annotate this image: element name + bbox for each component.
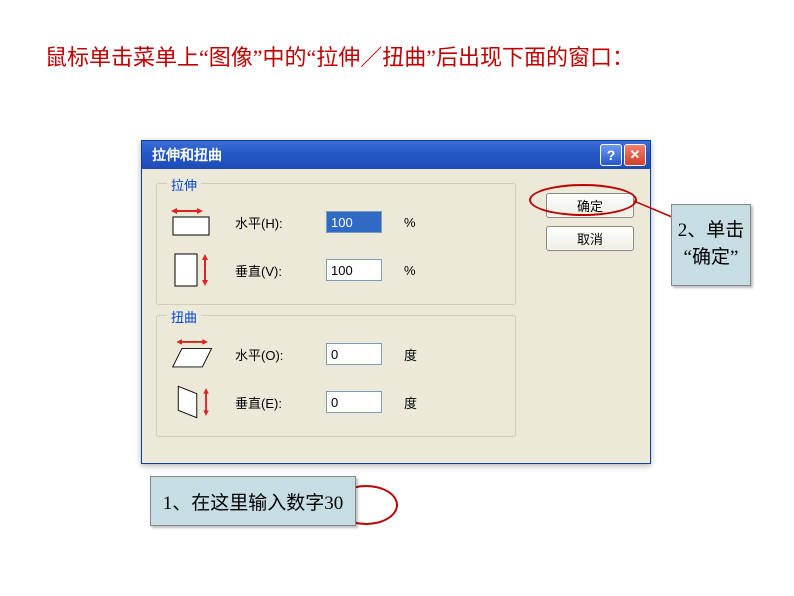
stretch-h-input[interactable]: [326, 211, 382, 233]
callout-step1: 1、在这里输入数字30: [150, 476, 356, 526]
skew-v-input[interactable]: [326, 391, 382, 413]
skew-h-input[interactable]: [326, 343, 382, 365]
help-button[interactable]: ?: [600, 144, 622, 166]
skew-h-unit: 度: [404, 345, 424, 364]
skew-v-icon: [169, 382, 219, 422]
skew-v-unit: 度: [404, 393, 424, 412]
dialog-body: 拉伸 水平(H): %: [142, 169, 650, 463]
skew-legend: 扭曲: [167, 307, 201, 326]
stretch-h-row: 水平(H): %: [169, 202, 503, 242]
callout-step2: 2、单击 “确定”: [671, 204, 751, 286]
stretch-h-unit: %: [404, 215, 424, 230]
skew-group: 扭曲 水平(O): 度: [156, 315, 516, 437]
stretch-v-input[interactable]: [326, 259, 382, 281]
stretch-h-icon: [169, 202, 219, 242]
skew-v-row: 垂直(E): 度: [169, 382, 503, 422]
close-button[interactable]: ✕: [624, 144, 646, 166]
skew-v-label: 垂直(E):: [235, 393, 310, 412]
cancel-button[interactable]: 取消: [546, 226, 634, 251]
stretch-v-unit: %: [404, 263, 424, 278]
page-instruction: 鼠标单击菜单上“图像”中的“拉伸／扭曲”后出现下面的窗口：: [45, 40, 634, 72]
stretch-v-icon: [169, 250, 219, 290]
stretch-v-label: 垂直(V):: [235, 261, 310, 280]
skew-h-icon: [169, 334, 219, 374]
skew-h-row: 水平(O): 度: [169, 334, 503, 374]
title-bar-controls: ? ✕: [600, 144, 646, 166]
ok-button[interactable]: 确定: [546, 193, 634, 218]
skew-h-label: 水平(O):: [235, 345, 310, 364]
stretch-h-label: 水平(H):: [235, 213, 310, 232]
stretch-v-row: 垂直(V): %: [169, 250, 503, 290]
stretch-group: 拉伸 水平(H): %: [156, 183, 516, 305]
stretch-skew-dialog: 拉伸和扭曲 ? ✕ 拉伸 水平(H): [141, 140, 651, 464]
stretch-legend: 拉伸: [167, 175, 201, 194]
dialog-actions: 确定 取消: [546, 193, 634, 251]
dialog-title: 拉伸和扭曲: [152, 145, 600, 165]
title-bar: 拉伸和扭曲 ? ✕: [142, 141, 650, 169]
